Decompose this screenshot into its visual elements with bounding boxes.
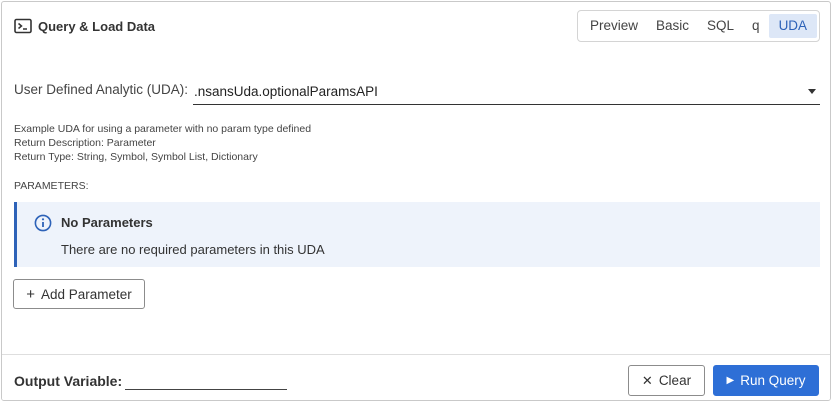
tab-uda[interactable]: UDA xyxy=(768,14,818,38)
add-parameter-button[interactable]: + Add Parameter xyxy=(13,279,145,309)
uda-select[interactable]: .nsansUda.optionalParamsAPI xyxy=(193,80,820,105)
uda-select-value: .nsansUda.optionalParamsAPI xyxy=(194,84,378,99)
clear-button[interactable]: ✕ Clear xyxy=(628,365,705,396)
add-parameter-label: Add Parameter xyxy=(40,286,132,302)
tab-preview[interactable]: Preview xyxy=(581,14,647,38)
query-load-panel: Query & Load Data Preview Basic SQL q UD… xyxy=(1,1,831,401)
output-variable-input[interactable] xyxy=(125,371,287,390)
query-mode-tabs: Preview Basic SQL q UDA xyxy=(577,10,820,42)
notice-text: There are no required parameters in this… xyxy=(61,242,325,257)
parameters-heading: PARAMETERS: xyxy=(14,180,89,192)
output-variable-label: Output Variable: xyxy=(14,373,123,389)
uda-return-description: Return Description: Parameter xyxy=(14,137,156,149)
tab-sql[interactable]: SQL xyxy=(698,14,743,38)
panel-title: Query & Load Data xyxy=(38,18,156,34)
uda-description-line: Example UDA for using a parameter with n… xyxy=(14,123,312,135)
run-query-button[interactable]: ▶ Run Query xyxy=(713,365,819,396)
info-icon xyxy=(34,214,52,232)
plus-icon: + xyxy=(26,285,35,303)
uda-description: Example UDA for using a parameter with n… xyxy=(14,122,311,164)
caret-down-icon xyxy=(808,89,816,94)
uda-return-type: Return Type: String, Symbol, Symbol List… xyxy=(14,151,258,163)
terminal-icon xyxy=(14,18,32,34)
clear-label: Clear xyxy=(658,373,692,388)
no-parameters-notice: No Parameters There are no required para… xyxy=(14,202,820,267)
panel-footer: Output Variable: ✕ Clear ▶ Run Query xyxy=(2,354,830,400)
panel-header: Query & Load Data xyxy=(14,16,155,36)
tab-basic[interactable]: Basic xyxy=(647,14,698,38)
uda-label: User Defined Analytic (UDA): xyxy=(14,82,189,97)
tab-q[interactable]: q xyxy=(743,14,769,38)
play-icon: ▶ xyxy=(726,375,735,386)
close-icon: ✕ xyxy=(641,372,653,388)
run-query-label: Run Query xyxy=(740,373,806,388)
notice-title: No Parameters xyxy=(61,215,153,230)
